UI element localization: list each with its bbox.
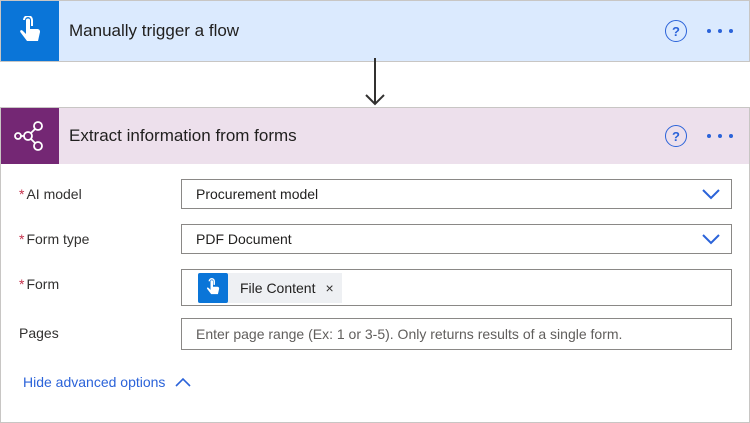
chevron-down-icon[interactable]: [691, 225, 731, 253]
pages-input[interactable]: Enter page range (Ex: 1 or 3-5). Only re…: [181, 318, 732, 350]
pages-row: Pages Enter page range (Ex: 1 or 3-5). O…: [1, 318, 749, 350]
action-header[interactable]: Extract information from forms ?: [1, 108, 749, 164]
help-icon[interactable]: ?: [665, 20, 687, 42]
touch-icon: [1, 1, 59, 61]
form-label: * Form: [19, 276, 60, 292]
ai-model-label: * AI model: [19, 186, 82, 202]
close-icon[interactable]: ×: [325, 280, 333, 296]
trigger-title: Manually trigger a flow: [69, 21, 240, 40]
ai-model-dropdown[interactable]: Procurement model: [181, 179, 732, 209]
form-input[interactable]: File Content ×: [181, 269, 732, 306]
form-type-dropdown[interactable]: PDF Document: [181, 224, 732, 254]
trigger-header[interactable]: Manually trigger a flow ?: [1, 1, 749, 61]
pages-label: Pages: [19, 325, 59, 341]
chevron-down-icon[interactable]: [691, 180, 731, 208]
pages-placeholder: Enter page range (Ex: 1 or 3-5). Only re…: [196, 326, 623, 342]
more-options-icon[interactable]: [705, 20, 735, 42]
ai-builder-icon: [1, 108, 59, 164]
touch-icon: [198, 272, 228, 303]
file-content-token[interactable]: File Content ×: [198, 272, 342, 303]
form-type-row: * Form type PDF Document: [1, 224, 749, 254]
form-row: * Form File Content ×: [1, 269, 749, 306]
hide-advanced-options-link[interactable]: Hide advanced options: [23, 374, 192, 390]
form-type-label: * Form type: [19, 231, 90, 247]
advanced-options-label: Hide advanced options: [23, 374, 166, 390]
action-title: Extract information from forms: [69, 126, 297, 145]
help-icon[interactable]: ?: [665, 125, 687, 147]
token-label: File Content: [240, 279, 316, 296]
ai-model-row: * AI model Procurement model: [1, 179, 749, 209]
more-options-icon[interactable]: [705, 125, 735, 147]
trigger-card: Manually trigger a flow ?: [0, 0, 750, 62]
connector-arrow-icon: [365, 58, 385, 108]
action-card: Extract information from forms ? * AI mod…: [0, 107, 750, 423]
ai-model-value: Procurement model: [196, 186, 319, 202]
form-type-value: PDF Document: [196, 231, 292, 247]
chevron-up-icon: [175, 374, 192, 390]
